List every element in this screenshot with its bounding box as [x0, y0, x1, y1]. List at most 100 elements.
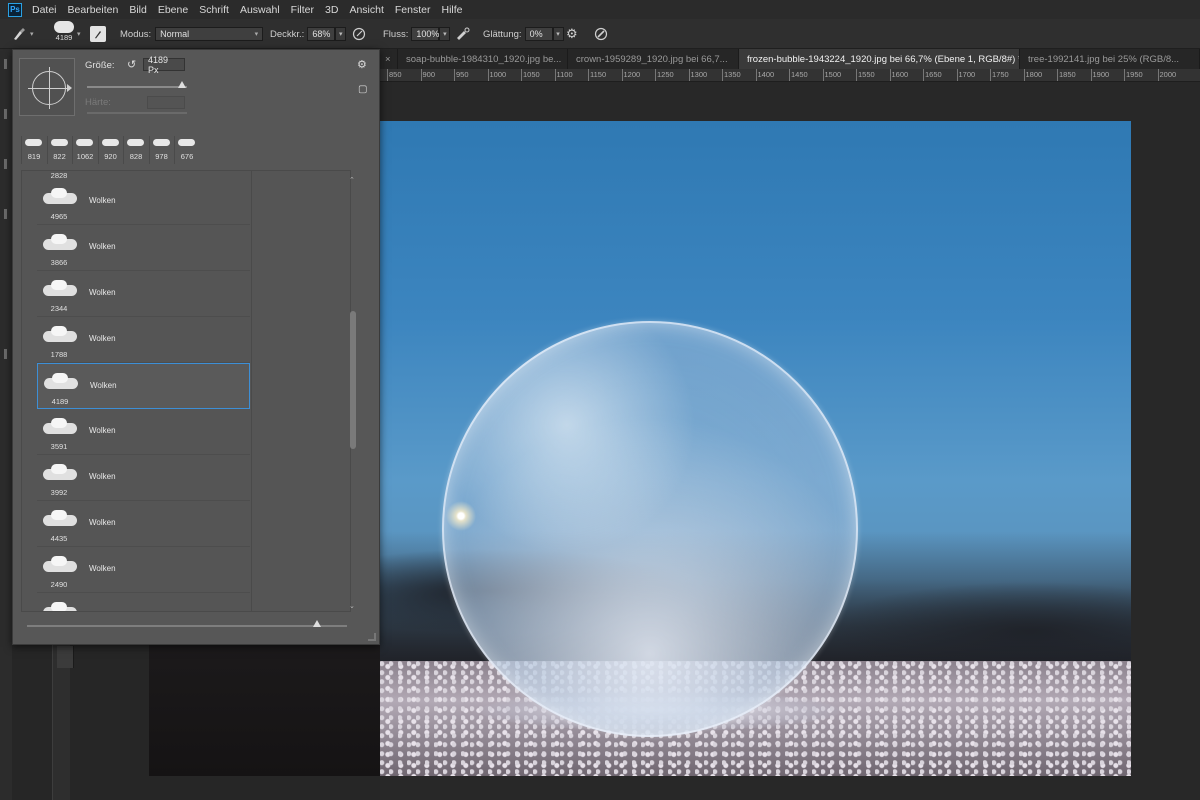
tool-slot[interactable] [4, 59, 7, 69]
recent-brush[interactable]: 819 [21, 136, 45, 164]
ruler-tick [588, 69, 589, 81]
angle-handle[interactable] [67, 84, 72, 92]
cloud-brush-icon [39, 187, 81, 207]
recent-brush[interactable]: 978 [148, 136, 173, 164]
hardness-slider-track[interactable] [87, 112, 187, 114]
brush-list-scrollbar[interactable]: ⌃ ⌄ [349, 176, 357, 610]
ruler-tick [923, 69, 924, 81]
smoothing-settings-button[interactable]: ⚙ [566, 25, 578, 43]
size-input[interactable]: 4189 Px [143, 55, 185, 75]
scroll-up-icon[interactable]: ⌃ [349, 176, 355, 184]
brush-picker-button[interactable]: 4189 [54, 21, 74, 47]
airbrush-button[interactable] [455, 25, 471, 43]
ruler-label: 950 [456, 70, 469, 79]
menu-item[interactable]: Schrift [199, 4, 229, 16]
opacity-input[interactable]: 68% [307, 27, 336, 41]
brush-item-selected[interactable]: Wolken 4189 [37, 363, 250, 409]
recent-brush[interactable]: 1062 [72, 136, 96, 164]
tool-slot[interactable] [4, 349, 7, 359]
brush-size-label: 4965 [50, 212, 68, 221]
thumbnail-size-knob[interactable] [313, 620, 321, 627]
collapsed-panel-strip [52, 640, 74, 800]
brush-list[interactable]: 2828 Wolken 4965 Wolken 3866 Wolken 2344 Wolke… [21, 170, 351, 612]
pressure-opacity-button[interactable] [352, 25, 366, 43]
document-tab-label: frozen-bubble-1943224_1920.jpg bei 66,7%… [747, 53, 1020, 65]
hardness-input[interactable] [147, 96, 185, 109]
resize-grip-icon[interactable] [368, 633, 376, 641]
recent-brush[interactable]: 828 [123, 136, 147, 164]
recent-brush[interactable]: 676 [174, 136, 198, 164]
menu-item[interactable]: Ebene [158, 4, 188, 16]
scroll-down-icon[interactable]: ⌄ [349, 602, 355, 610]
brush-item[interactable]: Wolken 3591 [37, 409, 250, 455]
ruler-label: 1500 [824, 70, 842, 79]
gear-icon[interactable]: ⚙ [357, 58, 367, 71]
document-canvas[interactable] [380, 83, 1200, 800]
brush-tool-icon [10, 25, 28, 43]
brush-tool-preset[interactable]: ▾ [10, 25, 34, 43]
menu-item[interactable]: Ansicht [349, 4, 383, 16]
document-tab[interactable]: tree-1992141.jpg bei 25% (RGB/8... [1020, 49, 1200, 69]
brush-settings-toggle[interactable] [90, 25, 106, 43]
recent-brush[interactable]: 822 [46, 136, 71, 164]
brush-item[interactable]: Wolken 4965 [37, 179, 250, 225]
tools-panel [0, 49, 12, 800]
menu-item[interactable]: Fenster [395, 4, 431, 16]
brush-item[interactable]: Wolken 2344 [37, 271, 250, 317]
menu-item[interactable]: 3D [325, 4, 338, 16]
brush-item[interactable]: Wolken 2490 [37, 547, 250, 593]
brush-item[interactable]: Wolken 3992 [37, 455, 250, 501]
scrollbar-thumb[interactable] [350, 311, 356, 449]
cloud-shape [51, 280, 67, 290]
pressure-size-button[interactable] [594, 25, 608, 43]
menu-item[interactable]: Auswahl [240, 4, 280, 16]
ruler-label: 1800 [1025, 70, 1043, 79]
document-tab[interactable]: crown-1959289_1920.jpg bei 66,7... [568, 49, 739, 69]
ruler-label: 1600 [891, 70, 909, 79]
new-preset-icon[interactable]: ▢ [358, 84, 367, 95]
ruler-label: 1100 [556, 70, 573, 79]
cloud-brush-icon [76, 139, 93, 146]
reset-size-icon[interactable]: ↺ [127, 58, 136, 71]
menu-item[interactable]: Filter [291, 4, 314, 16]
brush-item[interactable]: Wolken [37, 593, 250, 611]
ruler-label: 1950 [1126, 70, 1143, 79]
document-tab[interactable]: frozen-bubble-1943224_1920.jpg bei 66,7%… [739, 49, 1020, 69]
pressure-icon [352, 27, 366, 41]
document-tab-label: soap-bubble-1984310_1920.jpg be... [406, 53, 562, 65]
smoothing-dropdown-button[interactable]: ▾ [552, 27, 564, 41]
document-tab[interactable]: soap-bubble-1984310_1920.jpg be... [398, 49, 568, 69]
collapsed-panel-tab[interactable] [57, 646, 74, 668]
flow-dropdown-button[interactable]: ▾ [439, 27, 451, 41]
menu-item[interactable]: Bild [129, 4, 147, 16]
ruler-label: 1200 [623, 70, 641, 79]
brush-picker-chevron[interactable]: ▾ [77, 25, 81, 43]
recent-brush[interactable]: 920 [97, 136, 122, 164]
hardness-label: Härte: [85, 97, 111, 108]
size-slider-track[interactable] [87, 86, 187, 88]
menu-item[interactable]: Datei [32, 4, 57, 16]
document-tabs: soap-bubble-1984310_1920.jpg be... crown-… [380, 49, 1200, 69]
ruler-label: 900 [422, 70, 436, 79]
cloud-shape [51, 326, 67, 336]
brush-name: Wolken [89, 564, 116, 573]
ruler-label: 1750 [992, 70, 1009, 79]
brush-angle-preview[interactable] [19, 58, 75, 116]
mode-select[interactable]: Normal ▾ [155, 27, 264, 41]
tool-slot[interactable] [4, 109, 7, 119]
mode-control: Modus: Normal ▾ [120, 25, 264, 43]
close-tab-icon[interactable]: × [380, 49, 398, 69]
flow-input[interactable]: 100% [411, 27, 439, 41]
thumbnail-size-slider[interactable] [27, 625, 347, 627]
brush-item[interactable]: Wolken 1788 [37, 317, 250, 363]
brush-item[interactable]: Wolken 3866 [37, 225, 250, 271]
tool-slot[interactable] [4, 159, 7, 169]
brush-item[interactable]: Wolken 4435 [37, 501, 250, 547]
smoothing-input[interactable]: 0% [524, 27, 553, 41]
menu-item[interactable]: Hilfe [442, 4, 463, 16]
tool-slot[interactable] [4, 209, 7, 219]
menu-item[interactable]: Bearbeiten [68, 4, 119, 16]
horizontal-ruler[interactable]: 850 900 950 1000 1050 1100 1150 1200 1250 1300 135… [380, 69, 1200, 82]
size-slider-knob[interactable] [178, 81, 186, 88]
opacity-dropdown-button[interactable]: ▾ [335, 27, 347, 41]
